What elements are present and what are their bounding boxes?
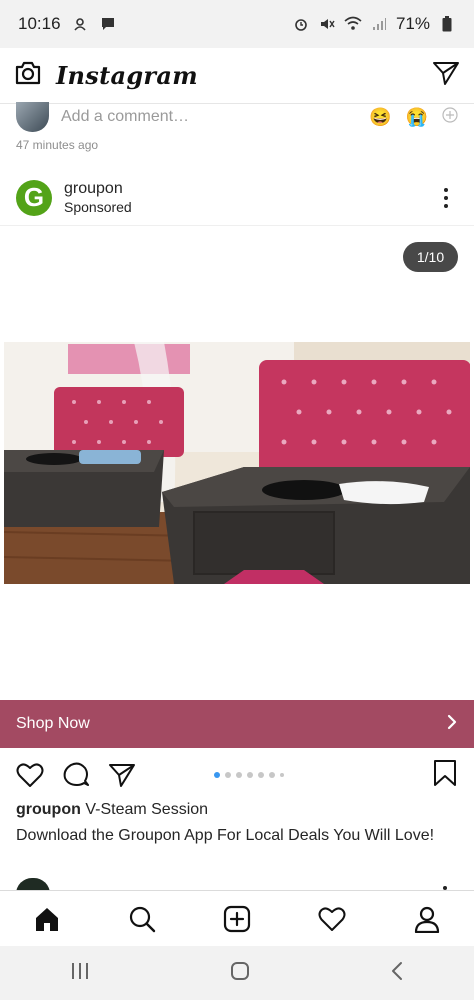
crying-emoji-button[interactable]: 😭 (406, 107, 428, 128)
caption-title: V-Steam Session (85, 801, 209, 818)
direct-message-icon[interactable] (432, 60, 460, 91)
carousel-dot (280, 773, 284, 777)
post-media-carousel[interactable]: 1/10 (0, 226, 474, 700)
camera-icon[interactable] (14, 60, 42, 91)
post-actions (0, 756, 474, 794)
caption-username[interactable]: groupon (16, 801, 81, 818)
profile-icon[interactable] (407, 899, 447, 939)
add-comment-input[interactable]: Add a comment… (61, 108, 189, 126)
carousel-dot (236, 772, 242, 778)
status-bar: 10:16 71% (0, 0, 474, 48)
add-post-icon[interactable] (217, 899, 257, 939)
carousel-dot (247, 772, 253, 778)
home-icon[interactable] (27, 899, 67, 939)
shop-now-button[interactable]: Shop Now (0, 700, 474, 748)
wifi-icon (344, 15, 362, 33)
share-send-icon[interactable] (108, 762, 136, 788)
alarm-icon (292, 15, 310, 33)
notification-app-icon (71, 15, 89, 33)
timestamp: 47 minutes ago (16, 138, 99, 152)
post-header: G groupon Sponsored (0, 170, 474, 226)
status-time: 10:16 (18, 14, 61, 33)
post-photo (4, 342, 470, 584)
search-icon[interactable] (122, 899, 162, 939)
carousel-dot (258, 772, 264, 778)
battery-percent: 71% (395, 14, 430, 33)
carousel-dot (269, 772, 275, 778)
battery-icon (438, 15, 456, 33)
home-circle-icon[interactable] (229, 960, 251, 987)
like-heart-icon[interactable] (16, 762, 44, 788)
app-title: Instagram (56, 61, 198, 90)
signal-icon (370, 15, 388, 33)
app-header: Instagram (0, 48, 474, 104)
activity-heart-icon[interactable] (312, 899, 352, 939)
carousel-dot (214, 772, 220, 778)
system-nav-bar (0, 946, 474, 1000)
sponsored-label: Sponsored (64, 198, 132, 215)
bottom-nav (0, 890, 474, 946)
chevron-right-icon (446, 714, 458, 735)
carousel-indicator (214, 772, 284, 778)
add-comment-row[interactable]: Add a comment… 😆 😭 (0, 102, 474, 132)
laughing-emoji-button[interactable]: 😆 (369, 107, 391, 128)
carousel-counter: 1/10 (403, 242, 458, 272)
post-username[interactable]: groupon (64, 180, 132, 198)
back-icon[interactable] (389, 961, 405, 986)
shop-now-label: Shop Now (16, 715, 90, 732)
recent-apps-icon[interactable] (69, 961, 91, 986)
caption-header: groupon V-Steam Session (16, 801, 208, 819)
comment-bubble-icon[interactable] (62, 762, 90, 788)
post-avatar[interactable]: G (16, 179, 52, 216)
bookmark-icon[interactable] (432, 759, 458, 792)
message-notification-icon (99, 15, 117, 33)
caption-body: Download the Groupon App For Local Deals… (16, 827, 435, 844)
carousel-dot (225, 772, 231, 778)
add-emoji-icon[interactable] (442, 106, 458, 128)
avatar (16, 102, 49, 132)
mute-icon (318, 15, 336, 33)
more-options-icon[interactable] (434, 187, 458, 208)
